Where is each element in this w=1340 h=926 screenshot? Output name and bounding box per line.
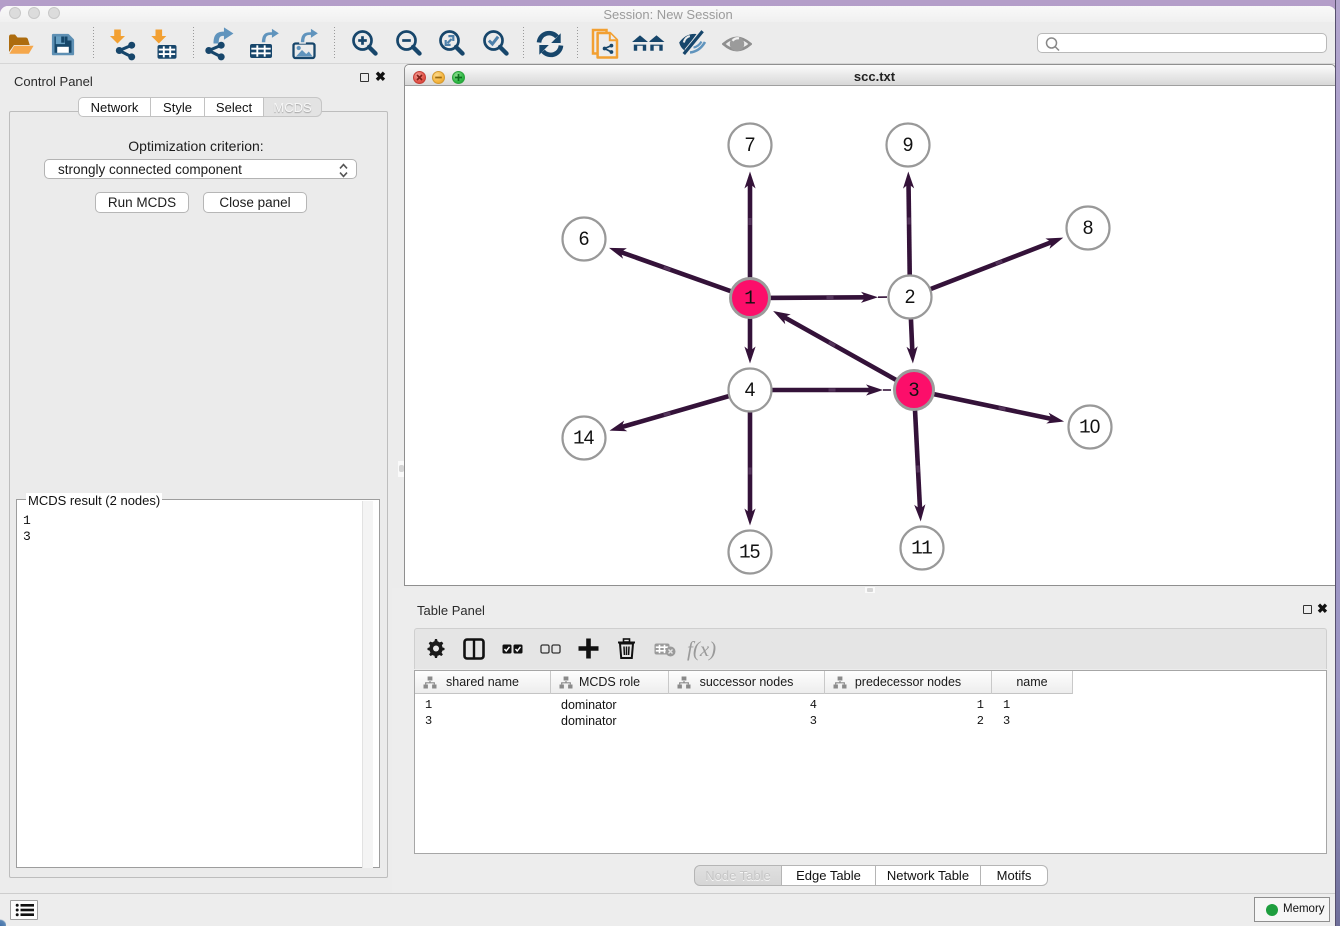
svg-text:3: 3 — [909, 380, 920, 401]
svg-text:5: 5 — [750, 542, 761, 563]
svg-text:8: 8 — [1083, 218, 1094, 239]
svg-text:4: 4 — [584, 428, 595, 449]
svg-text:4: 4 — [745, 380, 756, 401]
svg-text:7: 7 — [745, 135, 756, 156]
svg-text:1: 1 — [744, 288, 756, 310]
svg-text:1: 1 — [921, 538, 933, 560]
svg-text:9: 9 — [903, 135, 914, 156]
svg-text:0: 0 — [1090, 417, 1101, 438]
svg-text:6: 6 — [579, 229, 590, 250]
svg-text:2: 2 — [905, 287, 916, 308]
